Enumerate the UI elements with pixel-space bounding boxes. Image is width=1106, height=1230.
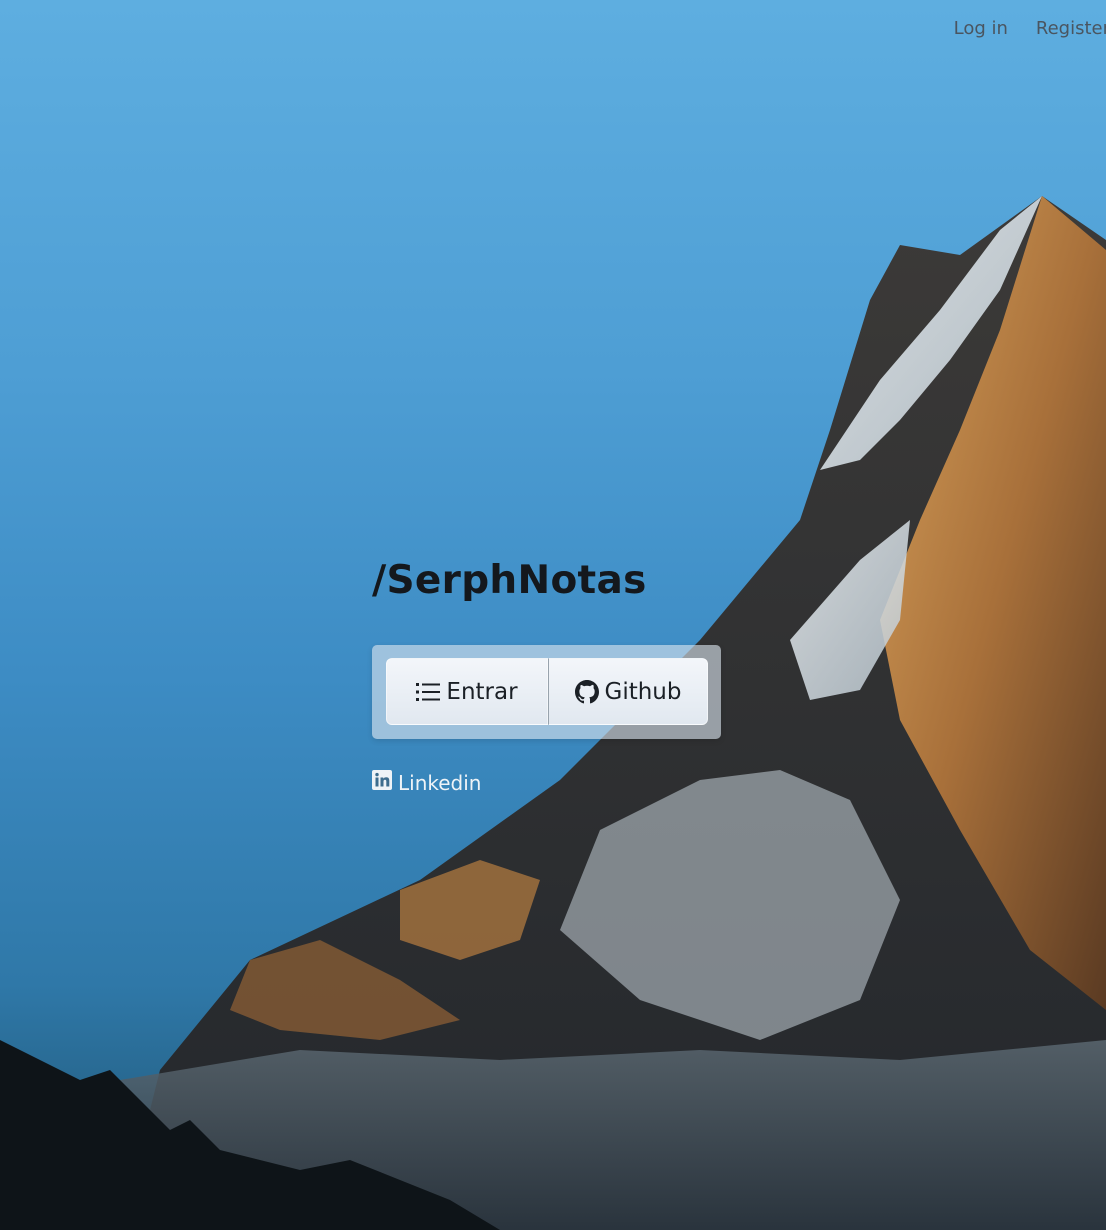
github-icon (574, 679, 599, 704)
list-icon (416, 682, 441, 702)
login-link[interactable]: Log in (954, 18, 1008, 39)
landing-page: Log in Register /SerphNotas Entrar Githu… (0, 0, 1106, 1230)
entrar-button[interactable]: Entrar (386, 658, 548, 725)
page-title: /SerphNotas (372, 558, 647, 603)
top-nav: Log in Register (954, 18, 1106, 39)
linkedin-label: Linkedin (398, 770, 482, 795)
github-button[interactable]: Github (548, 658, 708, 725)
linkedin-icon (372, 770, 392, 795)
entrar-label: Entrar (446, 678, 518, 705)
github-label: Github (604, 678, 682, 705)
linkedin-link[interactable]: Linkedin (372, 770, 481, 795)
button-group-panel: Entrar Github (372, 645, 721, 739)
hero-section: /SerphNotas Entrar Github Linkedin (372, 552, 721, 795)
register-link[interactable]: Register (1036, 18, 1106, 39)
mountain-background-image (0, 196, 1106, 1230)
